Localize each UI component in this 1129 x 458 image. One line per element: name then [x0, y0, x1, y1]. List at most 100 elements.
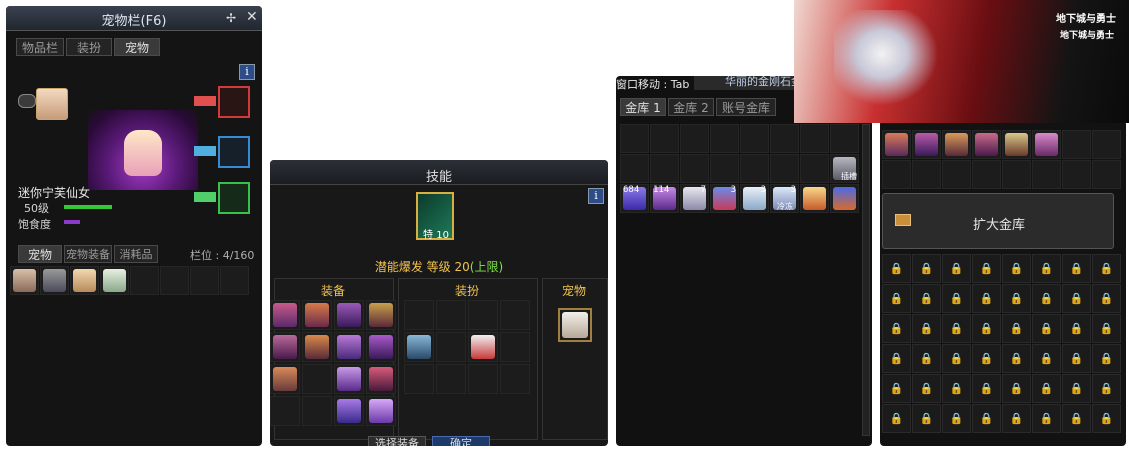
- lock-icon[interactable]: 🔒: [942, 404, 971, 433]
- bank-slot[interactable]: [800, 154, 829, 183]
- bank-slot[interactable]: [1002, 160, 1031, 189]
- equipment-slot[interactable]: [366, 300, 396, 330]
- equipment-slot[interactable]: [302, 300, 332, 330]
- equipment-slot[interactable]: [302, 364, 332, 394]
- tab-account-bank[interactable]: 账号金库: [716, 98, 776, 116]
- equipment-slot[interactable]: [334, 396, 364, 426]
- bank-slot[interactable]: [882, 160, 911, 189]
- lock-icon[interactable]: 🔒: [972, 314, 1001, 343]
- avatar-slot[interactable]: [500, 364, 530, 394]
- bank-slot[interactable]: [710, 154, 739, 183]
- lock-icon[interactable]: 🔒: [1032, 314, 1061, 343]
- inventory-slot[interactable]: [100, 266, 129, 295]
- inventory-slot[interactable]: [70, 266, 99, 295]
- bank-slot[interactable]: [972, 160, 1001, 189]
- equipment-slot[interactable]: [334, 332, 364, 362]
- lock-icon[interactable]: 🔒: [972, 374, 1001, 403]
- tab-pet[interactable]: 宠物: [114, 38, 160, 56]
- lock-icon[interactable]: 🔒: [972, 344, 1001, 373]
- bank-slot[interactable]: [1062, 130, 1091, 159]
- avatar-slot[interactable]: [468, 300, 498, 330]
- bank-slot[interactable]: [1092, 160, 1121, 189]
- tab-bank-2[interactable]: 金库 2: [668, 98, 714, 116]
- lock-icon[interactable]: 🔒: [912, 314, 941, 343]
- pet-equip-slot-green[interactable]: [218, 182, 250, 214]
- bank-slot[interactable]: [740, 154, 769, 183]
- bank-slot[interactable]: [942, 130, 971, 159]
- lock-icon[interactable]: 🔒: [1092, 254, 1121, 283]
- lock-icon[interactable]: 🔒: [1062, 314, 1091, 343]
- equipment-slot[interactable]: [366, 332, 396, 362]
- bank-slot[interactable]: [830, 184, 859, 213]
- info-icon[interactable]: i: [588, 188, 604, 204]
- avatar-slot[interactable]: [436, 332, 466, 362]
- lock-icon[interactable]: 🔒: [912, 374, 941, 403]
- lock-icon[interactable]: 🔒: [1002, 284, 1031, 313]
- lock-icon[interactable]: 🔒: [882, 254, 911, 283]
- info-icon[interactable]: i: [239, 64, 255, 80]
- bank-slot[interactable]: [740, 124, 769, 153]
- bank-slot[interactable]: [1092, 130, 1121, 159]
- lock-icon[interactable]: 🔒: [1062, 254, 1091, 283]
- bank-slot[interactable]: 3 冷冻: [770, 184, 799, 213]
- lock-icon[interactable]: 🔒: [1002, 314, 1031, 343]
- inventory-slot[interactable]: [10, 266, 39, 295]
- tab-pets[interactable]: 宠物: [18, 245, 62, 263]
- equipment-slot[interactable]: [366, 396, 396, 426]
- confirm-button[interactable]: 确定: [432, 436, 490, 446]
- lock-icon[interactable]: 🔒: [972, 284, 1001, 313]
- bank-slot[interactable]: [1032, 130, 1061, 159]
- lock-icon[interactable]: 🔒: [882, 404, 911, 433]
- tab-pet-equipment[interactable]: 宠物装备: [64, 245, 112, 263]
- avatar-slot[interactable]: [500, 332, 530, 362]
- lock-icon[interactable]: 🔒: [1002, 344, 1031, 373]
- lock-icon[interactable]: 🔒: [1092, 344, 1121, 373]
- bank-slot[interactable]: [770, 154, 799, 183]
- equipment-slot[interactable]: [334, 300, 364, 330]
- tab-avatar[interactable]: 装扮: [66, 38, 112, 56]
- bank-slot[interactable]: [830, 124, 859, 153]
- pin-icon[interactable]: ✢: [226, 11, 236, 25]
- bank-slot[interactable]: 684: [620, 184, 649, 213]
- tab-inventory[interactable]: 物品栏: [16, 38, 64, 56]
- bank-slot[interactable]: [882, 130, 911, 159]
- inventory-slot[interactable]: [190, 266, 219, 295]
- pet-portrait[interactable]: [36, 88, 68, 120]
- lock-icon[interactable]: 🔒: [1092, 284, 1121, 313]
- expand-bank-button[interactable]: 扩大金库: [882, 193, 1114, 249]
- lock-icon[interactable]: 🔒: [972, 254, 1001, 283]
- bank-scrollbar[interactable]: [862, 124, 870, 436]
- lock-icon[interactable]: 🔒: [882, 344, 911, 373]
- lock-icon[interactable]: 🔒: [1062, 344, 1091, 373]
- lock-icon[interactable]: 🔒: [1092, 374, 1121, 403]
- lock-icon[interactable]: 🔒: [1032, 344, 1061, 373]
- lock-icon[interactable]: 🔒: [1002, 374, 1031, 403]
- equipment-slot[interactable]: [302, 396, 332, 426]
- lock-icon[interactable]: 🔒: [1092, 404, 1121, 433]
- lock-icon[interactable]: 🔒: [1002, 404, 1031, 433]
- bank-slot[interactable]: [800, 184, 829, 213]
- game-ad-banner[interactable]: 地下城与勇士 地下城与勇士: [794, 0, 1129, 123]
- inventory-slot[interactable]: [40, 266, 69, 295]
- tab-bank-1[interactable]: 金库 1: [620, 98, 666, 116]
- bank-slot[interactable]: [710, 124, 739, 153]
- lock-icon[interactable]: 🔒: [942, 314, 971, 343]
- lock-icon[interactable]: 🔒: [882, 284, 911, 313]
- bank-slot[interactable]: 7: [680, 184, 709, 213]
- bank-slot[interactable]: 3: [710, 184, 739, 213]
- avatar-slot[interactable]: [436, 300, 466, 330]
- avatar-slot[interactable]: [436, 364, 466, 394]
- lock-icon[interactable]: 🔒: [942, 284, 971, 313]
- lock-icon[interactable]: 🔒: [1092, 314, 1121, 343]
- lock-icon[interactable]: 🔒: [972, 404, 1001, 433]
- equipment-slot[interactable]: [270, 396, 300, 426]
- bank-slot[interactable]: [770, 124, 799, 153]
- tab-consumables[interactable]: 消耗品: [114, 245, 158, 263]
- inventory-slot[interactable]: [130, 266, 159, 295]
- avatar-slot[interactable]: [468, 364, 498, 394]
- lock-icon[interactable]: 🔒: [1062, 404, 1091, 433]
- lock-icon[interactable]: 🔒: [1032, 374, 1061, 403]
- equipment-slot[interactable]: [270, 364, 300, 394]
- inventory-slot[interactable]: [220, 266, 249, 295]
- bank-slot[interactable]: [680, 124, 709, 153]
